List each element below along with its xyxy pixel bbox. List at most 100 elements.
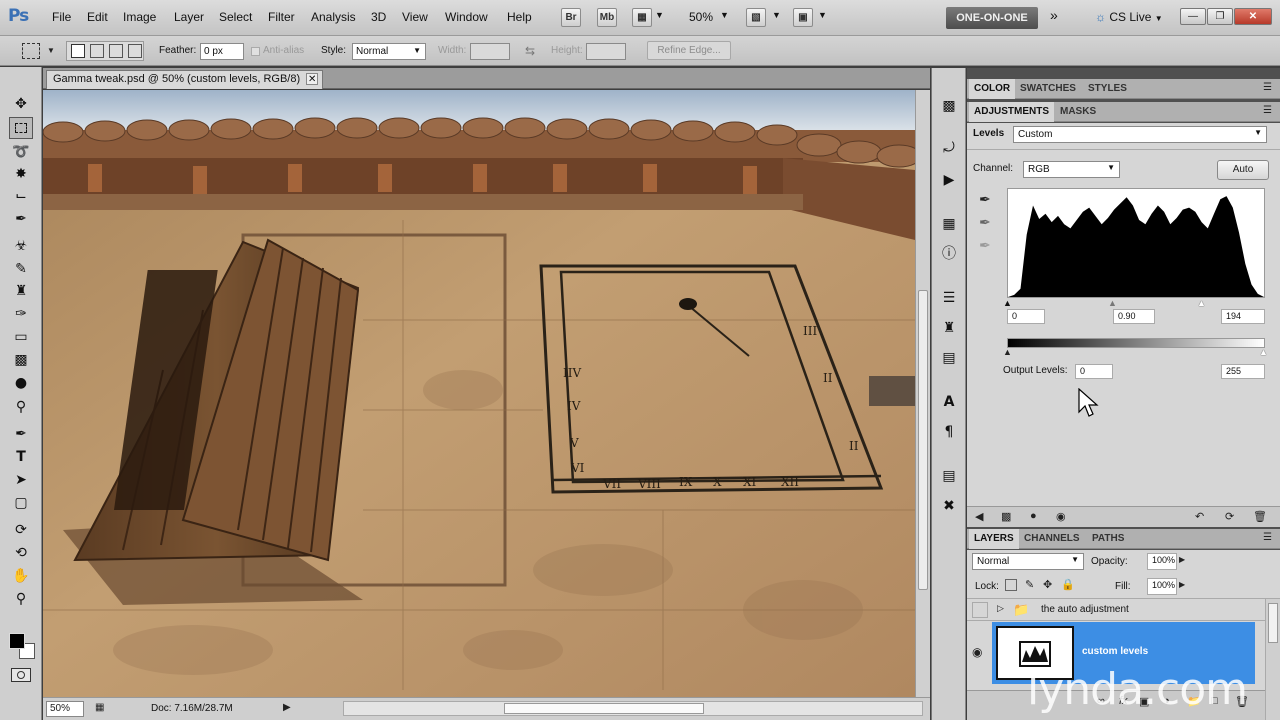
intersect-selection-icon[interactable]	[128, 44, 142, 58]
black-point-handle[interactable]: ▲	[1003, 298, 1012, 308]
output-black-field[interactable]: 0	[1075, 364, 1113, 379]
input-black-field[interactable]: 0	[1007, 309, 1045, 324]
history-brush-icon[interactable]: ✑	[9, 303, 33, 325]
document-tab[interactable]: Gamma tweak.psd @ 50% (custom levels, RG…	[46, 70, 324, 89]
clone-stamp-icon[interactable]: ♜	[9, 280, 33, 302]
menu-edit[interactable]: Edit	[87, 10, 108, 24]
antialias-checkbox[interactable]	[251, 47, 260, 56]
tools-icon[interactable]: ✖	[939, 496, 959, 516]
menu-image[interactable]: Image	[123, 10, 156, 24]
output-black-handle[interactable]: ▲	[1003, 347, 1012, 357]
move-tool-icon[interactable]: ✥	[9, 93, 33, 115]
tab-swatches[interactable]: SWATCHES	[1015, 79, 1081, 99]
expand-arrow-icon[interactable]: ▷	[997, 603, 1004, 614]
white-point-handle[interactable]: ▲	[1197, 298, 1206, 308]
horizontal-scrollbar[interactable]	[343, 701, 923, 716]
adjustments-icon[interactable]: ☰	[939, 288, 959, 308]
screen-mode-icon[interactable]: ▣	[793, 8, 813, 27]
info-icon[interactable]: ⓘ	[939, 244, 959, 264]
workspace-button[interactable]: ONE-ON-ONE	[946, 7, 1038, 29]
path-selection-icon[interactable]: ➤	[9, 469, 33, 491]
blur-tool-icon[interactable]: ●	[9, 372, 33, 394]
levels-preset-select[interactable]: Custom ▼	[1013, 126, 1267, 143]
image-canvas[interactable]: IIV IV V VI VII VIII IX X XI XII III II II	[43, 90, 915, 697]
menu-analysis[interactable]: Analysis	[311, 10, 356, 24]
foreground-color-front[interactable]	[9, 633, 25, 649]
more-workspaces-icon[interactable]: »	[1050, 7, 1058, 23]
white-eyedropper-icon[interactable]: ✒	[979, 237, 991, 254]
layer-row[interactable]: ▷ 📁 the auto adjustment	[967, 599, 1265, 621]
histogram-icon[interactable]: ▩	[939, 96, 959, 116]
eye-icon[interactable]: ◉	[972, 645, 982, 659]
vertical-scrollbar[interactable]	[915, 90, 930, 697]
lock-position-icon[interactable]: ✥	[1043, 578, 1052, 591]
quick-selection-icon[interactable]: ✸	[9, 163, 33, 185]
clone-source-icon[interactable]: ♜	[939, 318, 959, 338]
chevron-right-icon[interactable]: ▶	[1179, 580, 1185, 589]
visibility-eye-icon[interactable]: ◉	[1056, 510, 1066, 523]
zoom-field[interactable]: 50%	[46, 701, 84, 717]
input-white-field[interactable]: 194	[1221, 309, 1265, 324]
actions-icon[interactable]: ▶	[939, 170, 959, 190]
black-eyedropper-icon[interactable]: ✒	[979, 191, 991, 208]
refine-edge-button[interactable]: Refine Edge...	[647, 41, 731, 60]
height-input[interactable]	[586, 43, 626, 60]
scrollbar-thumb[interactable]	[504, 703, 704, 714]
chevron-down-icon[interactable]: ▼	[720, 10, 729, 20]
chevron-down-icon[interactable]: ▼	[47, 46, 55, 55]
tab-layers[interactable]: LAYERS	[969, 529, 1019, 549]
gradient-tool-icon[interactable]: ▩	[9, 349, 33, 371]
eraser-tool-icon[interactable]: ▭	[9, 326, 33, 348]
3d-orbit-icon[interactable]: ⟲	[9, 542, 33, 564]
lock-transparency-icon[interactable]	[1005, 579, 1017, 591]
chevron-down-icon[interactable]: ▼	[818, 10, 827, 20]
return-to-list-icon[interactable]: ◀	[975, 510, 983, 523]
menu-layer[interactable]: Layer	[174, 10, 204, 24]
chevron-down-icon[interactable]: ▼	[772, 10, 781, 20]
minimize-icon[interactable]: —	[1180, 8, 1206, 25]
menu-select[interactable]: Select	[219, 10, 252, 24]
tab-color[interactable]: COLOR	[969, 79, 1016, 99]
brush-tool-icon[interactable]: ✎	[9, 258, 33, 280]
width-input[interactable]	[470, 43, 510, 60]
scrollbar-thumb[interactable]	[918, 290, 928, 590]
chevron-right-icon[interactable]: ▶	[1179, 555, 1185, 564]
fill-field[interactable]: 100%	[1147, 578, 1177, 595]
chevron-down-icon[interactable]: ▼	[655, 10, 664, 20]
character-icon[interactable]: A	[939, 392, 959, 412]
rectangle-tool-icon[interactable]: ▢	[9, 492, 33, 514]
close-icon[interactable]: ✕	[1234, 8, 1272, 25]
dodge-tool-icon[interactable]: ⚲	[9, 396, 33, 418]
3d-rotate-icon[interactable]: ⟳	[9, 519, 33, 541]
marquee-preset-icon[interactable]	[22, 43, 40, 59]
mini-bridge-button[interactable]: Mb	[597, 8, 617, 27]
clip-to-layer-icon[interactable]: ●	[1030, 510, 1037, 522]
quick-mask-icon[interactable]	[11, 668, 31, 682]
scrollbar-thumb[interactable]	[1268, 603, 1278, 643]
layers-scrollbar[interactable]	[1265, 599, 1280, 720]
output-white-field[interactable]: 255	[1221, 364, 1265, 379]
eyedropper-tool-icon[interactable]: ✒	[9, 208, 33, 230]
arrange-documents-icon[interactable]: ▧	[746, 8, 766, 27]
healing-brush-icon[interactable]: ☣	[9, 235, 33, 257]
gamma-handle[interactable]: ▲	[1108, 298, 1117, 308]
tab-masks[interactable]: MASKS	[1055, 102, 1101, 122]
tab-adjustments[interactable]: ADJUSTMENTS	[969, 102, 1055, 122]
paragraph-icon[interactable]: ¶	[939, 422, 959, 442]
panel-menu-icon[interactable]: ☰	[1263, 82, 1272, 93]
swap-icon[interactable]: ⇆	[525, 44, 535, 58]
crop-tool-icon[interactable]: ⌙	[9, 185, 33, 207]
close-icon[interactable]: ✕	[306, 73, 319, 85]
expand-view-icon[interactable]: ▩	[1001, 510, 1011, 523]
menu-help[interactable]: Help	[507, 10, 532, 24]
chevron-right-icon[interactable]: ▶	[283, 702, 291, 713]
input-gamma-field[interactable]: 0.90	[1113, 309, 1155, 324]
menu-file[interactable]: File	[52, 10, 71, 24]
lock-all-icon[interactable]: 🔒	[1061, 578, 1075, 591]
style-select[interactable]: Normal ▼	[352, 43, 426, 60]
menu-window[interactable]: Window	[445, 10, 488, 24]
menu-3d[interactable]: 3D	[371, 10, 386, 24]
marquee-tool-icon[interactable]	[9, 117, 33, 139]
menu-filter[interactable]: Filter	[268, 10, 295, 24]
lock-pixels-icon[interactable]: ✎	[1025, 578, 1034, 591]
